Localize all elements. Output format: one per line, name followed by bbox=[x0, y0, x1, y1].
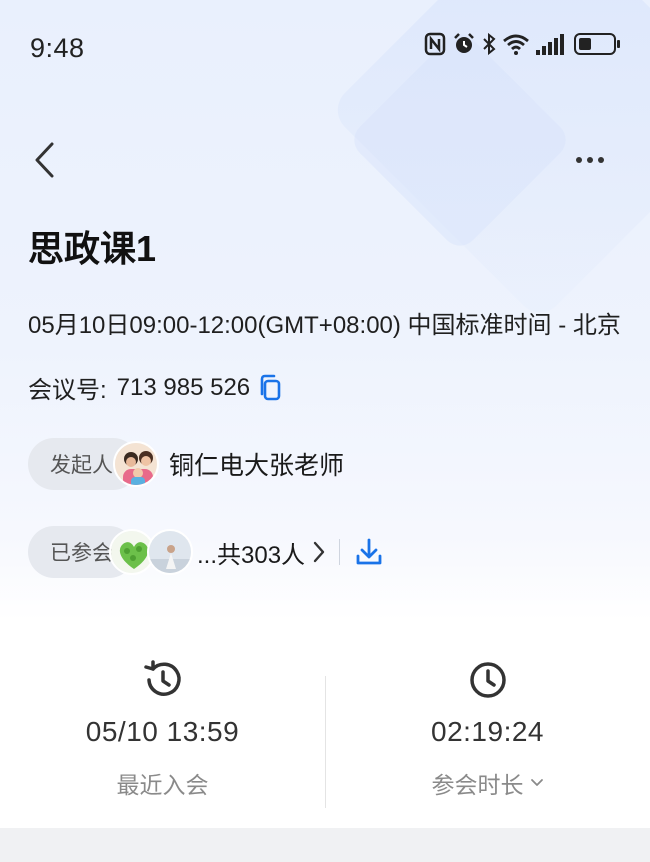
duration-value: 02:19:24 bbox=[431, 716, 544, 747]
copy-icon[interactable] bbox=[258, 374, 282, 402]
meeting-detail-page: 9:48 思政课1 05月10日09:00-12:00(GMT+08:00) 中… bbox=[0, 0, 650, 862]
recent-join-stat: 05/10 13:59 最近入会 bbox=[0, 640, 325, 800]
chevron-down-icon bbox=[530, 779, 543, 786]
divider bbox=[339, 539, 341, 565]
more-options-button[interactable] bbox=[570, 148, 610, 172]
bottom-strip bbox=[0, 828, 650, 862]
clock-icon bbox=[469, 662, 506, 698]
more-dot-icon bbox=[598, 157, 604, 163]
bluetooth-icon bbox=[483, 32, 496, 56]
attendees-count: ...共303人 bbox=[197, 541, 306, 569]
meeting-stats: 05/10 13:59 最近入会 02:19:24 参会时长 bbox=[0, 640, 650, 820]
attendees-row[interactable]: 已参会 ...共303人 bbox=[28, 526, 384, 578]
more-dot-icon bbox=[576, 157, 582, 163]
back-arrow-icon bbox=[35, 142, 54, 178]
alarm-icon bbox=[454, 33, 474, 53]
meeting-time: 05月10日09:00-12:00(GMT+08:00) 中国标准时间 - 北京 bbox=[28, 312, 621, 339]
duration-label-text: 参会时长 bbox=[431, 772, 524, 798]
host-name: 铜仁电大张老师 bbox=[169, 452, 345, 480]
attendee-avatar bbox=[147, 529, 193, 575]
meeting-id-label: 会议号: bbox=[28, 377, 107, 404]
meeting-id-value: 713 985 526 bbox=[116, 373, 251, 401]
download-icon[interactable] bbox=[354, 537, 384, 567]
host-label: 发起人 bbox=[50, 454, 113, 477]
signal-icon bbox=[536, 33, 564, 55]
recent-join-label-text: 最近入会 bbox=[116, 772, 209, 798]
battery-icon bbox=[574, 33, 620, 55]
status-icons bbox=[424, 32, 620, 56]
attendees-count-link[interactable]: ...共303人 bbox=[197, 535, 325, 570]
more-dot-icon bbox=[587, 157, 593, 163]
nfc-icon bbox=[424, 32, 446, 56]
wifi-icon bbox=[503, 34, 529, 55]
meeting-id-row: 会议号: 713 985 526 bbox=[28, 370, 282, 405]
host-avatar bbox=[113, 441, 159, 487]
meeting-title: 思政课1 bbox=[28, 228, 157, 269]
status-time: 9:48 bbox=[30, 33, 85, 63]
recent-join-label: 最近入会 bbox=[117, 766, 209, 800]
attendees-label: 已参会 bbox=[50, 542, 113, 565]
duration-stat[interactable]: 02:19:24 参会时长 bbox=[325, 640, 650, 800]
chevron-right-icon bbox=[313, 541, 325, 563]
status-bar: 9:48 bbox=[0, 0, 650, 96]
back-button[interactable] bbox=[24, 138, 64, 182]
host-row[interactable]: 发起人 铜仁电大张老师 bbox=[28, 438, 344, 490]
recent-join-time: 05/10 13:59 bbox=[85, 716, 240, 747]
duration-label[interactable]: 参会时长 bbox=[432, 766, 544, 800]
history-clock-icon bbox=[143, 660, 181, 696]
